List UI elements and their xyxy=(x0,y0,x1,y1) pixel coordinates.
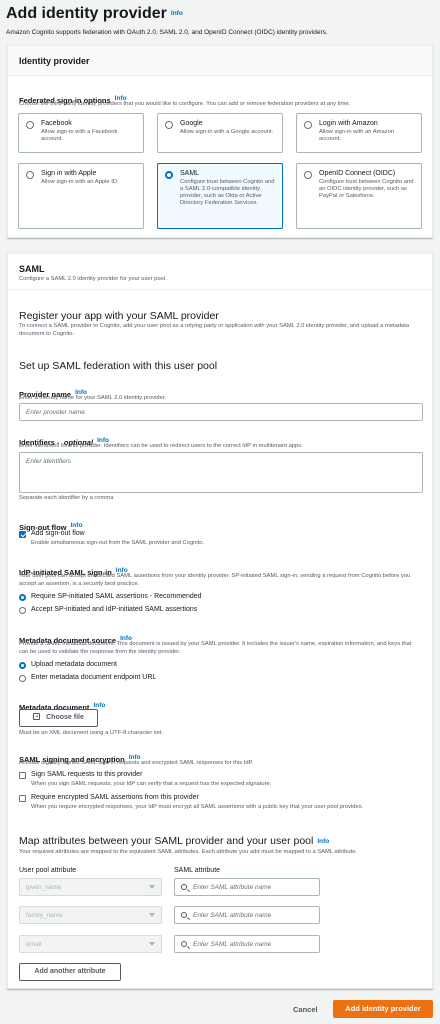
user-attribute-select: family_name xyxy=(19,906,162,924)
option-title: Sign in with Apple xyxy=(41,170,97,177)
metadata-source-desc: Provide a SAML metadata document. This d… xyxy=(19,641,412,655)
option-facebook[interactable]: Facebook Allow sign-in with a Facebook a… xyxy=(18,113,144,153)
option-oidc[interactable]: OpenID Connect (OIDC) Configure trust be… xyxy=(296,163,422,229)
saml-panel: SAML Configure a SAML 2.0 identity provi… xyxy=(7,253,433,989)
radio-upload-metadata[interactable] xyxy=(19,662,26,669)
encrypted-assertions-checkbox[interactable] xyxy=(19,795,26,802)
radio-require-sp-initiated[interactable] xyxy=(19,594,26,601)
input-placeholder: Enter SAML attribute name xyxy=(193,912,272,919)
register-title: Register your app with your SAML provide… xyxy=(19,310,219,322)
caret-down-icon xyxy=(149,913,155,917)
radio-accept-both[interactable] xyxy=(19,607,26,614)
signout-checkbox[interactable] xyxy=(19,531,26,538)
info-link[interactable]: Info xyxy=(71,522,83,529)
user-attribute-select: given_name xyxy=(19,878,162,896)
setup-title: Set up SAML federation with this user po… xyxy=(19,360,218,372)
radio-button[interactable] xyxy=(304,171,312,179)
option-saml[interactable]: SAML Configure trust between Cognito and… xyxy=(157,163,283,229)
cancel-button[interactable]: Cancel xyxy=(293,1005,318,1014)
select-value: given_name xyxy=(26,884,62,891)
search-icon xyxy=(181,912,187,918)
radio-button[interactable] xyxy=(26,121,34,129)
caret-down-icon xyxy=(149,885,155,889)
saml-attribute-input[interactable]: Enter SAML attribute name xyxy=(174,935,320,953)
search-icon xyxy=(181,884,187,890)
col-user-pool-attribute: User pool attribute xyxy=(19,867,77,874)
add-identity-provider-button[interactable]: Add identity provider xyxy=(333,1000,433,1018)
select-value: family_name xyxy=(26,912,63,919)
divider xyxy=(8,289,432,290)
option-login-with-amazon[interactable]: Login with Amazon Allow sign-in with an … xyxy=(296,113,422,153)
option-sign-in-with-apple[interactable]: Sign in with Apple Allow sign-in with an… xyxy=(18,163,144,229)
option-desc: Allow sign-in with an Apple ID. xyxy=(41,179,119,185)
radio-button[interactable] xyxy=(26,171,34,179)
caret-down-icon xyxy=(149,942,155,946)
page-title-text: Add identity provider xyxy=(6,5,167,23)
require-sp-initiated-label: Require SP-initiated SAML assertions - R… xyxy=(31,593,202,600)
saml-panel-subtitle: Configure a SAML 2.0 identity provider f… xyxy=(19,276,167,282)
signout-checkbox-label: Add sign-out flow xyxy=(31,530,85,537)
map-title-text: Map attributes between your SAML provide… xyxy=(19,835,314,847)
identifiers-textarea[interactable]: Enter identifiers xyxy=(19,452,423,493)
input-placeholder: Enter SAML attribute name xyxy=(193,884,272,891)
option-title: SAML xyxy=(180,170,200,177)
page-header: Add identity provider Info Amazon Cognito… xyxy=(6,4,434,36)
add-another-attribute-button[interactable]: Add another attribute xyxy=(19,963,121,981)
page-description: Amazon Cognito supports federation with … xyxy=(6,29,328,37)
user-attribute-select: email xyxy=(19,935,162,953)
option-desc: Allow sign-in with a Facebook account. xyxy=(41,129,118,142)
map-title: Map attributes between your SAML provide… xyxy=(19,835,329,847)
info-link[interactable]: Info xyxy=(317,838,329,845)
info-link[interactable]: Info xyxy=(171,10,183,17)
map-desc: Your required attributes are mapped to t… xyxy=(19,849,358,855)
radio-button[interactable] xyxy=(165,121,173,129)
search-icon xyxy=(181,941,187,947)
federated-description: Choose the third-party identity provider… xyxy=(19,101,351,107)
page-title: Add identity provider Info xyxy=(6,4,434,24)
identifiers-desc: Enter identifiers for this provider. Ide… xyxy=(19,443,303,449)
input-placeholder: Enter SAML attribute name xyxy=(193,941,272,948)
signout-checkbox-desc: Enable simultaneous sign-out from the SA… xyxy=(31,540,205,546)
option-desc: Allow sign-in with an Amazon account. xyxy=(319,129,395,142)
identifiers-hint: Separate each identifier by a comma xyxy=(19,495,114,501)
sign-requests-desc: When you sign SAML requests, your IdP ca… xyxy=(31,781,272,787)
register-description: To connect a SAML provider to Cognito, a… xyxy=(19,323,410,337)
saml-attribute-input[interactable]: Enter SAML attribute name xyxy=(174,906,320,924)
upload-icon xyxy=(33,713,41,720)
sign-requests-checkbox[interactable] xyxy=(19,772,26,779)
radio-button[interactable] xyxy=(304,121,312,129)
radio-metadata-url[interactable] xyxy=(19,675,26,682)
col-saml-attribute: SAML attribute xyxy=(174,867,221,874)
option-title: Facebook xyxy=(41,120,72,127)
upload-metadata-label: Upload metadata document xyxy=(31,661,117,668)
signing-desc: Activate digitally-signed SAML sign-in r… xyxy=(19,760,254,766)
option-title: Google xyxy=(180,120,203,127)
option-desc: Configure trust between Cognito and an O… xyxy=(319,179,414,199)
option-google[interactable]: Google Allow sign-in with a Google accou… xyxy=(157,113,283,153)
option-desc: Allow sign-in with a Google account. xyxy=(180,129,274,135)
choose-file-button[interactable]: Choose file xyxy=(19,709,98,727)
accept-both-label: Accept SP-initiated and IdP-initiated SA… xyxy=(31,606,198,613)
choose-file-label: Choose file xyxy=(46,714,84,721)
select-value: email xyxy=(26,941,42,948)
metadata-document-hint: Must be an XML document using a UTF-8 ch… xyxy=(19,730,164,736)
sign-requests-label: Sign SAML requests to this provider xyxy=(31,771,143,778)
provider-name-desc: Enter a friendly name for your SAML 2.0 … xyxy=(19,395,167,401)
saml-attribute-input[interactable]: Enter SAML attribute name xyxy=(174,878,320,896)
metadata-url-label: Enter metadata document endpoint URL xyxy=(31,674,157,681)
panel-title: Identity provider xyxy=(8,46,432,76)
idp-initiated-desc: Your user pool can accept unsolicited SA… xyxy=(19,573,411,587)
encrypted-assertions-desc: When you require encrypted responses, yo… xyxy=(31,804,364,810)
provider-name-input[interactable]: Enter provider name xyxy=(19,403,423,421)
identity-provider-panel: Identity provider Federated sign-in opti… xyxy=(7,45,433,238)
option-title: Login with Amazon xyxy=(319,120,378,127)
saml-panel-title: SAML xyxy=(19,264,45,274)
radio-button-selected[interactable] xyxy=(165,171,173,179)
option-title: OpenID Connect (OIDC) xyxy=(319,170,396,177)
encrypted-assertions-label: Require encrypted SAML assertions from t… xyxy=(31,794,199,801)
option-desc: Configure trust between Cognito and a SA… xyxy=(180,179,275,206)
